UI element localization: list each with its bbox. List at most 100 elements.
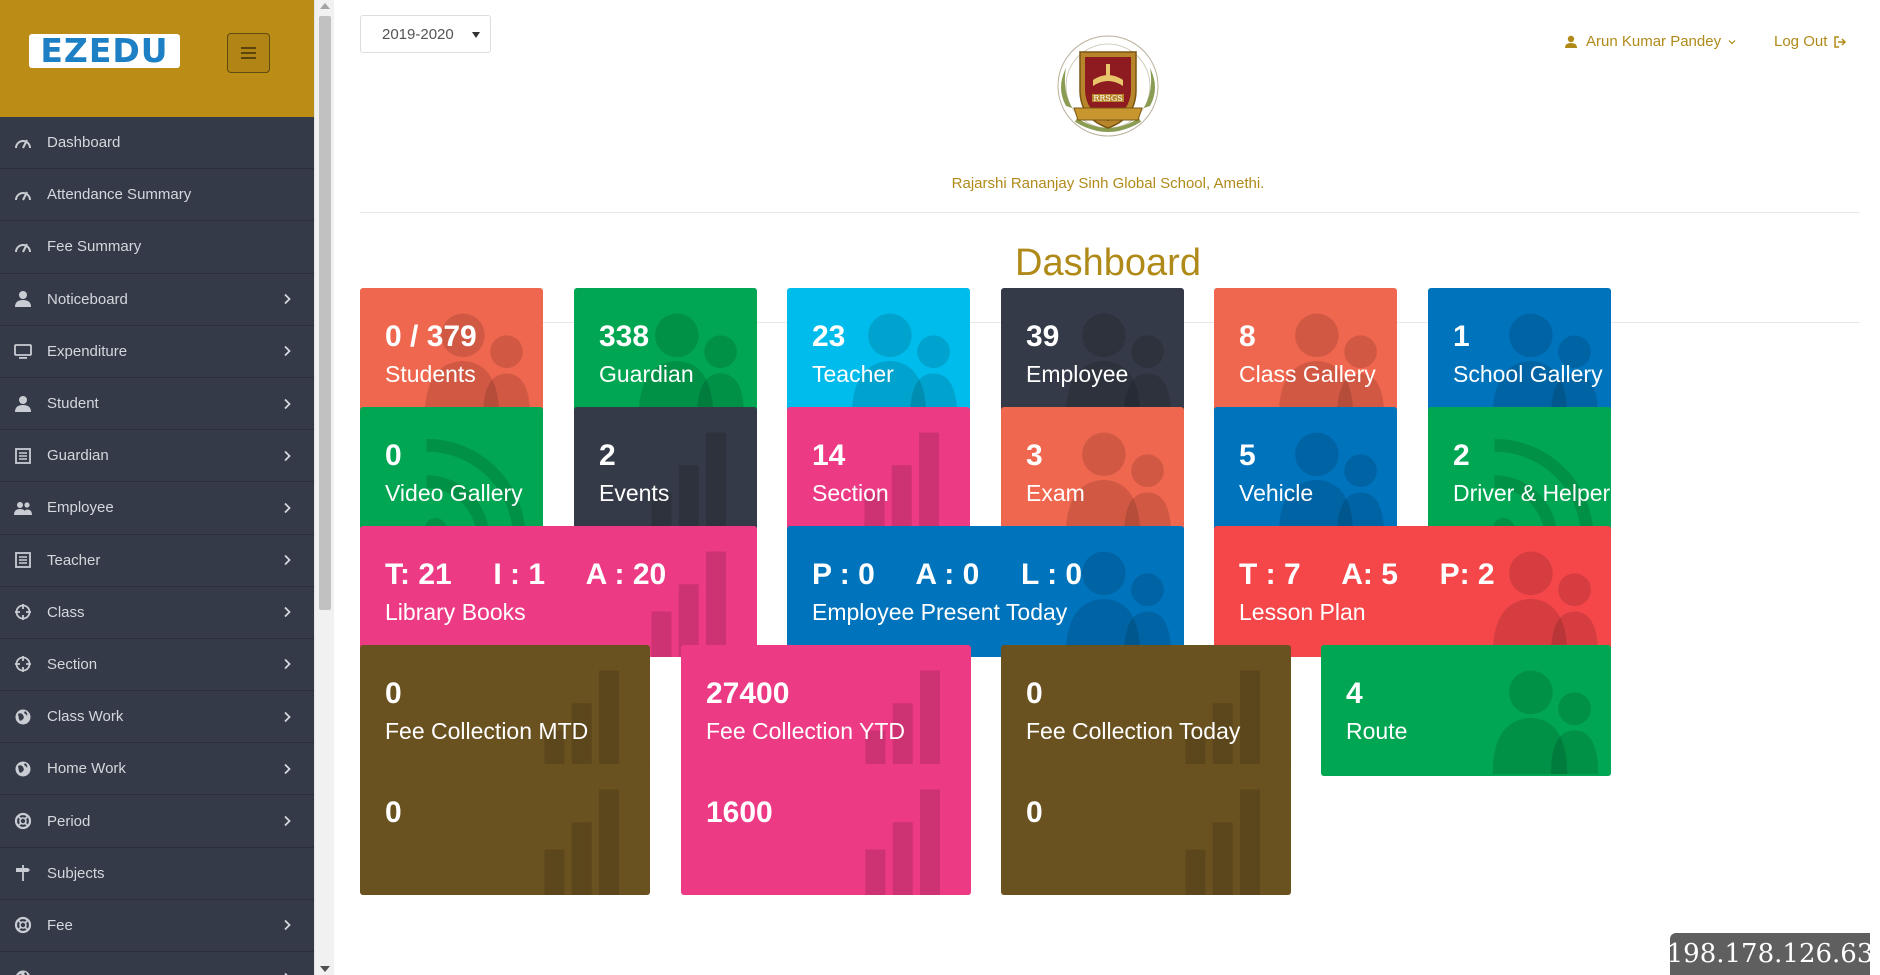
sidebar-item-student[interactable]: Student bbox=[0, 378, 314, 431]
sidebar-item-attendance-summary[interactable]: Attendance Summary bbox=[0, 169, 314, 222]
tile-value: 0 bbox=[385, 677, 402, 710]
sidebar-item-section[interactable]: Section bbox=[0, 639, 314, 692]
chevron-right-icon bbox=[284, 972, 289, 975]
tile-video-gallery[interactable]: 0 Video Gallery bbox=[360, 407, 543, 538]
logout-link[interactable]: Log Out bbox=[1774, 33, 1847, 50]
tile-value: 27400 bbox=[706, 677, 790, 710]
chevron-right-icon bbox=[284, 346, 291, 357]
chevron-down-icon bbox=[1728, 39, 1736, 44]
tile-blank[interactable]: 0 bbox=[360, 764, 650, 895]
tile-section[interactable]: 14 Section bbox=[787, 407, 970, 538]
chevron-right-icon bbox=[284, 554, 291, 566]
tile-school-gallery[interactable]: 1 School Gallery bbox=[1428, 288, 1611, 419]
sidebar-item-subjects[interactable]: Subjects bbox=[0, 848, 314, 900]
sidebar-scrollbar[interactable] bbox=[314, 0, 334, 975]
logo-text: EZEDU bbox=[40, 31, 169, 70]
tile-value: 1 bbox=[1453, 320, 1470, 353]
tile-value: P : 0 A : 0 L : 0 bbox=[812, 558, 1083, 591]
user-icon bbox=[1565, 35, 1577, 48]
chevron-right-icon bbox=[284, 711, 291, 722]
list-icon bbox=[13, 550, 33, 570]
sidebar-item-employee[interactable]: Employee bbox=[0, 482, 314, 535]
list-icon bbox=[13, 446, 33, 466]
sidebar-item-label: Home Work bbox=[47, 760, 126, 778]
sidebar: EZEDU Dashboard Attendance Summary Fee Sum… bbox=[0, 0, 314, 975]
tile-events[interactable]: 2 Events bbox=[574, 407, 757, 538]
tile-label: School Gallery bbox=[1453, 361, 1603, 387]
sidebar-item-more[interactable] bbox=[0, 952, 314, 975]
sidebar-item-label: Class bbox=[47, 603, 85, 621]
tile-label: Guardian bbox=[599, 361, 694, 387]
lifebuoy-icon bbox=[13, 915, 33, 935]
page-title: Dashboard bbox=[1015, 242, 1201, 284]
session-year-select[interactable]: 2019-2020 bbox=[360, 15, 491, 53]
tile-library-books[interactable]: T: 21 I : 1 A : 20 Library Books bbox=[360, 526, 757, 657]
tile-label: Route bbox=[1346, 718, 1408, 744]
sidebar-item-teacher[interactable]: Teacher bbox=[0, 535, 314, 587]
tile-blank[interactable]: 0 bbox=[1001, 764, 1291, 895]
tile-label: Employee Present Today bbox=[812, 599, 1068, 625]
speedometer-icon bbox=[13, 185, 33, 205]
tile-value: 0 bbox=[385, 796, 402, 829]
sidebar-item-noticeboard[interactable]: Noticeboard bbox=[0, 274, 314, 326]
tile-value: 1600 bbox=[706, 796, 773, 829]
sidebar-item-home-work[interactable]: Home Work bbox=[0, 743, 314, 796]
tile-label: Students bbox=[385, 361, 476, 387]
school-crest-icon: RRSGS bbox=[1057, 35, 1159, 137]
users-icon bbox=[13, 498, 33, 518]
tile-value: 39 bbox=[1026, 320, 1060, 353]
sidebar-item-dashboard[interactable]: Dashboard bbox=[0, 117, 314, 170]
sidebar-item-fee[interactable]: Fee bbox=[0, 900, 314, 952]
sidebar-item-label: Employee bbox=[47, 499, 114, 517]
scrollbar-thumb[interactable] bbox=[319, 16, 331, 610]
chevron-right-icon bbox=[284, 294, 291, 305]
tile-students[interactable]: 0 / 379 Students bbox=[360, 288, 543, 419]
tile-value: 2 bbox=[599, 439, 616, 472]
tile-fee-collection-ytd[interactable]: 27400 Fee Collection YTD bbox=[681, 645, 971, 776]
scroll-up-arrow-icon[interactable] bbox=[320, 3, 330, 9]
sidebar-item-class[interactable]: Class bbox=[0, 587, 314, 639]
bar-chart-icon bbox=[651, 432, 726, 538]
sidebar-item-class-work[interactable]: Class Work bbox=[0, 691, 314, 744]
tile-class-gallery[interactable]: 8 Class Gallery bbox=[1214, 288, 1397, 419]
tile-route[interactable]: 4 Route bbox=[1321, 645, 1611, 776]
tile-fee-collection-mtd[interactable]: 0 Fee Collection MTD bbox=[360, 645, 650, 776]
sidebar-item-label: Noticeboard bbox=[47, 290, 128, 308]
sidebar-item-label: Class Work bbox=[47, 708, 124, 726]
brand-bar: EZEDU bbox=[0, 0, 314, 117]
tile-label: Fee Collection YTD bbox=[706, 718, 905, 744]
tile-value: 5 bbox=[1239, 439, 1256, 472]
people-icon bbox=[424, 313, 531, 418]
scroll-down-arrow-icon[interactable] bbox=[320, 966, 330, 972]
crest-text: RRSGS bbox=[1093, 94, 1122, 103]
ezedu-logo[interactable]: EZEDU bbox=[29, 34, 180, 68]
tile-blank[interactable]: 1600 bbox=[681, 764, 971, 895]
tile-employee-present-today[interactable]: P : 0 A : 0 L : 0 Employee Present Today bbox=[787, 526, 1184, 657]
chevron-right-icon bbox=[284, 607, 291, 618]
tile-fee-collection-today[interactable]: 0 Fee Collection Today bbox=[1001, 645, 1291, 776]
tile-value: T : 7 A: 5 P: 2 bbox=[1239, 558, 1495, 591]
tile-employee[interactable]: 39 Employee bbox=[1001, 288, 1184, 419]
logout-label: Log Out bbox=[1774, 33, 1828, 50]
tile-label: Vehicle bbox=[1239, 480, 1314, 506]
tile-vehicle[interactable]: 5 Vehicle bbox=[1214, 407, 1397, 538]
tile-value: 8 bbox=[1239, 320, 1256, 353]
hamburger-menu-button[interactable] bbox=[227, 33, 270, 73]
tile-lesson-plan[interactable]: T : 7 A: 5 P: 2 Lesson Plan bbox=[1214, 526, 1611, 657]
sidebar-item-fee-summary[interactable]: Fee Summary bbox=[0, 221, 314, 274]
sidebar-item-label: Student bbox=[47, 395, 99, 413]
user-icon bbox=[13, 394, 33, 414]
sidebar-item-label: Subjects bbox=[47, 864, 105, 882]
sidebar-item-label: Section bbox=[47, 655, 98, 673]
sidebar-item-guardian[interactable]: Guardian bbox=[0, 430, 314, 483]
tile-exam[interactable]: 3 Exam bbox=[1001, 407, 1184, 538]
sidebar-item-expenditure[interactable]: Expenditure bbox=[0, 326, 314, 378]
tile-teacher[interactable]: 23 Teacher bbox=[787, 288, 970, 419]
tile-guardian[interactable]: 338 Guardian bbox=[574, 288, 757, 419]
sidebar-item-label: Guardian bbox=[47, 447, 109, 465]
chevron-right-icon bbox=[284, 502, 291, 514]
chevron-right-icon bbox=[284, 815, 291, 827]
sidebar-item-period[interactable]: Period bbox=[0, 795, 314, 848]
tile-driver-helper[interactable]: 2 Driver & Helper bbox=[1428, 407, 1611, 538]
user-menu-dropdown[interactable]: Arun Kumar Pandey bbox=[1564, 33, 1736, 50]
